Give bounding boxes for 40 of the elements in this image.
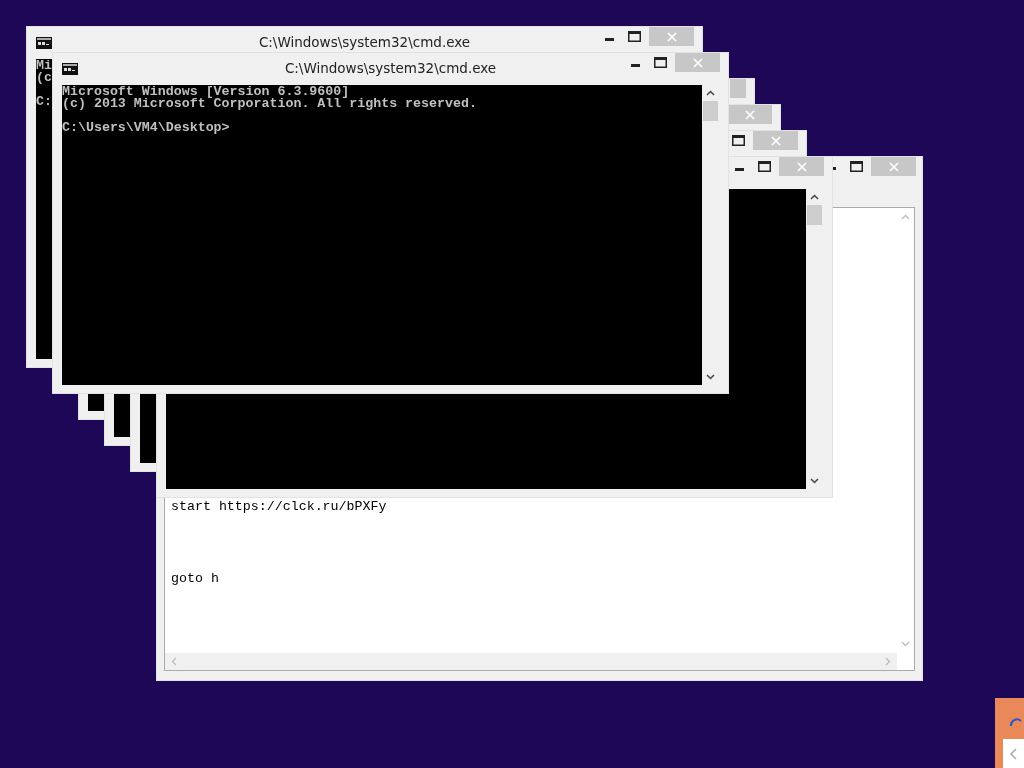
close-button[interactable] <box>675 53 720 72</box>
window-title: C:\Windows\system32\cmd.exe <box>258 34 471 50</box>
close-icon[interactable] <box>666 31 677 42</box>
text-line: start https://clck.ru/bPXFy <box>171 498 387 516</box>
close-icon[interactable] <box>796 161 807 172</box>
scroll-up-icon[interactable] <box>810 194 819 200</box>
close-button[interactable] <box>871 157 916 176</box>
console-line: Mi <box>36 60 52 72</box>
scroll-thumb[interactable] <box>807 205 822 225</box>
scroll-down-icon[interactable] <box>706 374 715 380</box>
window-title: C:\Windows\system32\cmd.exe <box>284 60 497 76</box>
close-icon[interactable] <box>770 135 781 146</box>
console-line: Microsoft Windows [Version 6.3.9600] <box>62 86 350 98</box>
close-icon[interactable] <box>744 109 755 120</box>
maximize-icon[interactable] <box>850 161 863 172</box>
scroll-down-icon[interactable] <box>810 478 819 484</box>
close-button[interactable] <box>727 105 772 124</box>
maximize-icon[interactable] <box>732 135 745 146</box>
scroll-thumb[interactable] <box>703 101 718 121</box>
close-button[interactable] <box>753 131 798 150</box>
scroll-left-icon[interactable] <box>171 657 177 666</box>
console-line: C:\Users\VM4\Desktop> <box>62 122 230 134</box>
console-line: C: <box>36 96 52 108</box>
scrollbar[interactable] <box>165 653 897 670</box>
maximize-icon[interactable] <box>758 161 771 172</box>
scroll-right-icon[interactable] <box>885 657 891 666</box>
console-icon <box>36 37 52 49</box>
console-icon <box>62 63 78 75</box>
refresh-icon[interactable] <box>1009 716 1023 728</box>
console-line: (c) 2013 Microsoft Corporation. All rights reserved. <box>62 98 477 110</box>
close-icon[interactable] <box>888 161 899 172</box>
close-button[interactable] <box>730 79 746 98</box>
scroll-up-icon[interactable] <box>706 90 715 96</box>
maximize-icon[interactable] <box>654 57 667 68</box>
close-icon[interactable] <box>692 57 703 68</box>
console-line: (c <box>36 72 52 84</box>
notification-panel[interactable] <box>995 698 1024 768</box>
close-button[interactable] <box>649 27 694 46</box>
maximize-icon[interactable] <box>628 31 641 42</box>
text-line: goto h <box>171 570 219 588</box>
